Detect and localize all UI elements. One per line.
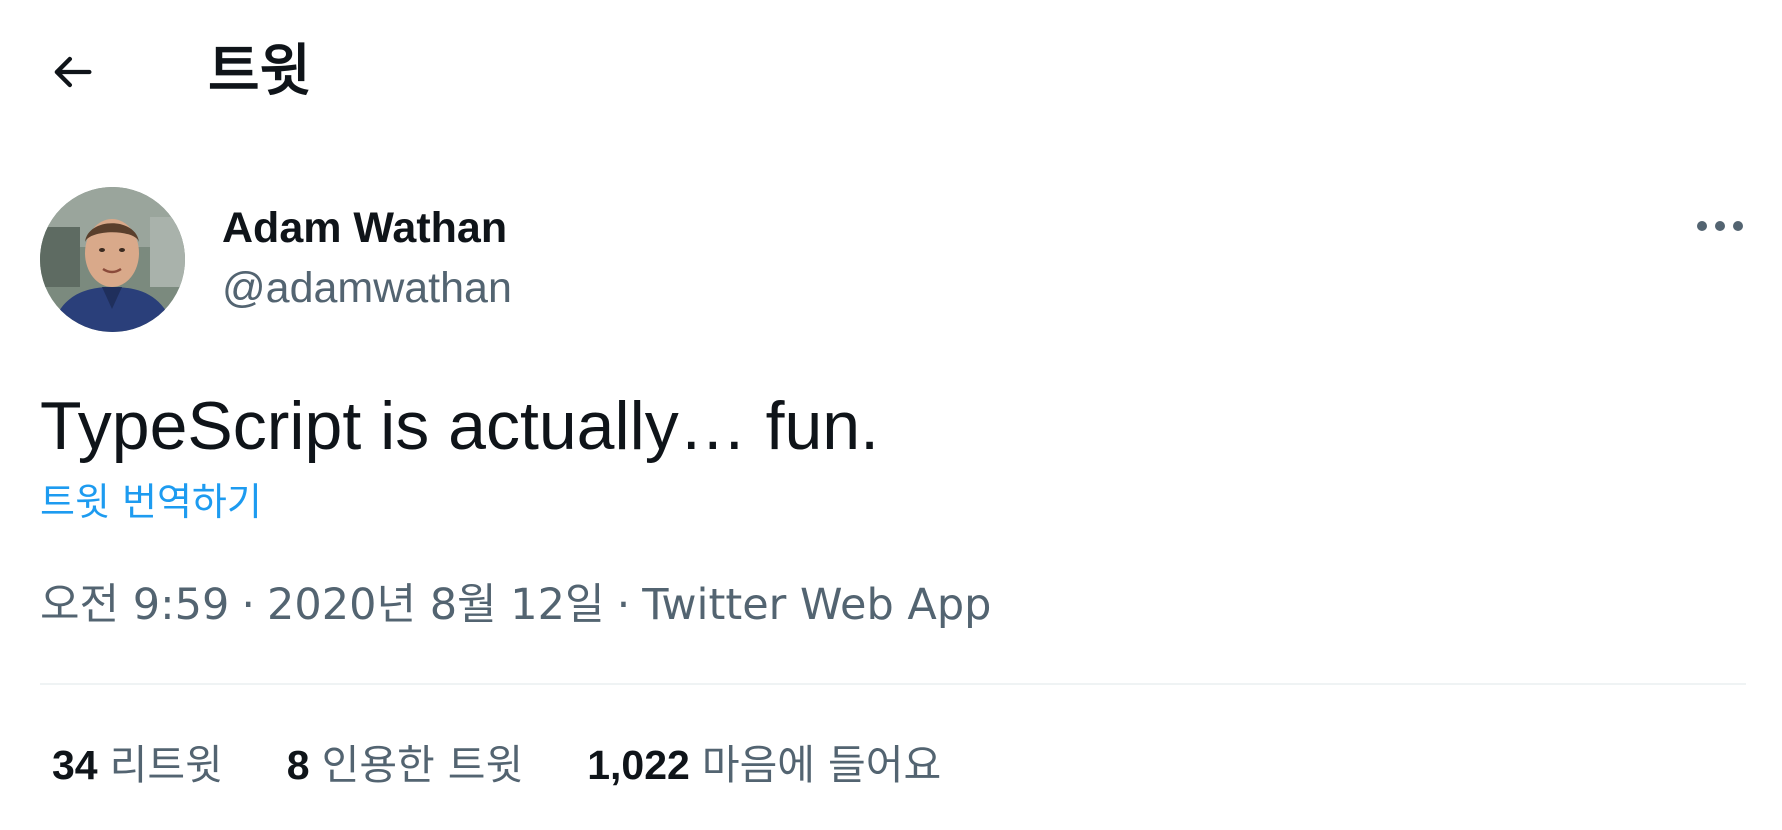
more-button[interactable]: [1680, 196, 1760, 256]
likes-count: 1,022: [587, 742, 690, 788]
quote-tweets-count: 8: [286, 742, 310, 788]
avatar-photo: [40, 187, 185, 332]
likes-stat[interactable]: 1,022 마음에 들어요: [587, 736, 941, 794]
tweet-stats: 34 리트윗 8 인용한 트윗 1,022 마음에 들어요: [52, 736, 941, 794]
tweet-source[interactable]: Twitter Web App: [642, 580, 991, 630]
tweet-header: 트윗: [0, 0, 1782, 140]
more-horizontal-icon: [1697, 221, 1743, 231]
retweets-count: 34: [52, 742, 98, 788]
quote-tweets-label: 인용한 트윗: [321, 741, 524, 789]
meta-separator: ·: [616, 580, 631, 630]
back-button[interactable]: [34, 40, 110, 104]
divider: [40, 683, 1746, 685]
tweet-time[interactable]: 오전 9:59: [40, 580, 229, 630]
translate-tweet-link[interactable]: 트윗 번역하기: [40, 474, 262, 530]
tweet-meta: 오전 9:59 · 2020년 8월 12일 · Twitter Web App: [40, 574, 991, 636]
author-handle[interactable]: @adamwathan: [222, 258, 512, 318]
quote-tweets-stat[interactable]: 8 인용한 트윗: [287, 736, 523, 794]
page-title: 트윗: [208, 39, 312, 104]
avatar[interactable]: [40, 187, 185, 332]
likes-label: 마음에 들어요: [701, 741, 942, 789]
arrow-left-icon: [54, 56, 92, 88]
retweets-label: 리트윗: [109, 741, 223, 789]
retweets-stat[interactable]: 34 리트윗: [52, 736, 223, 794]
author-name[interactable]: Adam Wathan: [222, 198, 507, 258]
tweet-date[interactable]: 2020년 8월 12일: [267, 580, 605, 630]
meta-separator: ·: [241, 580, 256, 630]
tweet-text: TypeScript is actually… fun.: [40, 388, 880, 464]
